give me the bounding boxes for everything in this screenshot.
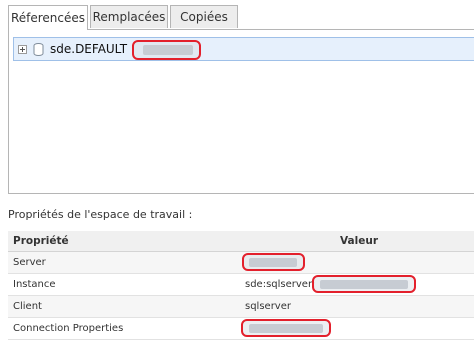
- tab-referencees[interactable]: Réferencées: [8, 5, 88, 30]
- property-value: [240, 251, 474, 274]
- tree-item-label: sde.DEFAULT: [50, 42, 128, 56]
- table-row[interactable]: Instance sde:sqlserver:: [8, 273, 474, 296]
- tab-copiees-label: Copiées: [180, 10, 228, 24]
- tab-remplacees-label: Remplacées: [92, 10, 166, 24]
- properties-title: Propriétés de l'espace de travail :: [8, 208, 193, 221]
- property-name: Server: [8, 251, 240, 274]
- redacted-value: [249, 324, 323, 333]
- property-value: sde:sqlserver:: [240, 273, 474, 296]
- table-header-row: Propriété Valeur: [8, 231, 474, 252]
- properties-table: Propriété Valeur Server Instance sde:sql…: [8, 231, 474, 340]
- tab-copiees[interactable]: Copiées: [170, 5, 238, 28]
- redacted-value: [249, 258, 297, 267]
- redaction-outline: [312, 275, 416, 293]
- tree-item-sde-default[interactable]: sde.DEFAULT: [13, 37, 474, 61]
- redaction-outline: [132, 40, 201, 60]
- property-name: Client: [8, 295, 240, 318]
- column-header-value: Valeur: [240, 231, 474, 252]
- table-row[interactable]: Client sqlserver: [8, 295, 474, 318]
- redaction-outline: [241, 319, 331, 337]
- tab-remplacees[interactable]: Remplacées: [90, 5, 168, 28]
- tab-referencees-label: Réferencées: [10, 11, 86, 25]
- property-value: sqlserver: [240, 295, 474, 318]
- property-name: Connection Properties: [8, 317, 240, 340]
- table-row[interactable]: Connection Properties: [8, 317, 474, 340]
- database-icon: [33, 42, 45, 56]
- table-row[interactable]: Server: [8, 251, 474, 274]
- column-header-property: Propriété: [8, 231, 240, 252]
- version-tree-panel: sde.DEFAULT: [8, 29, 474, 194]
- property-name: Instance: [8, 273, 240, 296]
- redaction-outline: [242, 253, 305, 271]
- property-value-text: sde:sqlserver:: [245, 279, 316, 290]
- redacted-value: [143, 45, 193, 55]
- property-value-text: sqlserver: [245, 301, 291, 312]
- redacted-value: [320, 280, 408, 289]
- property-value: [240, 317, 474, 340]
- expand-plus-icon[interactable]: [18, 44, 27, 54]
